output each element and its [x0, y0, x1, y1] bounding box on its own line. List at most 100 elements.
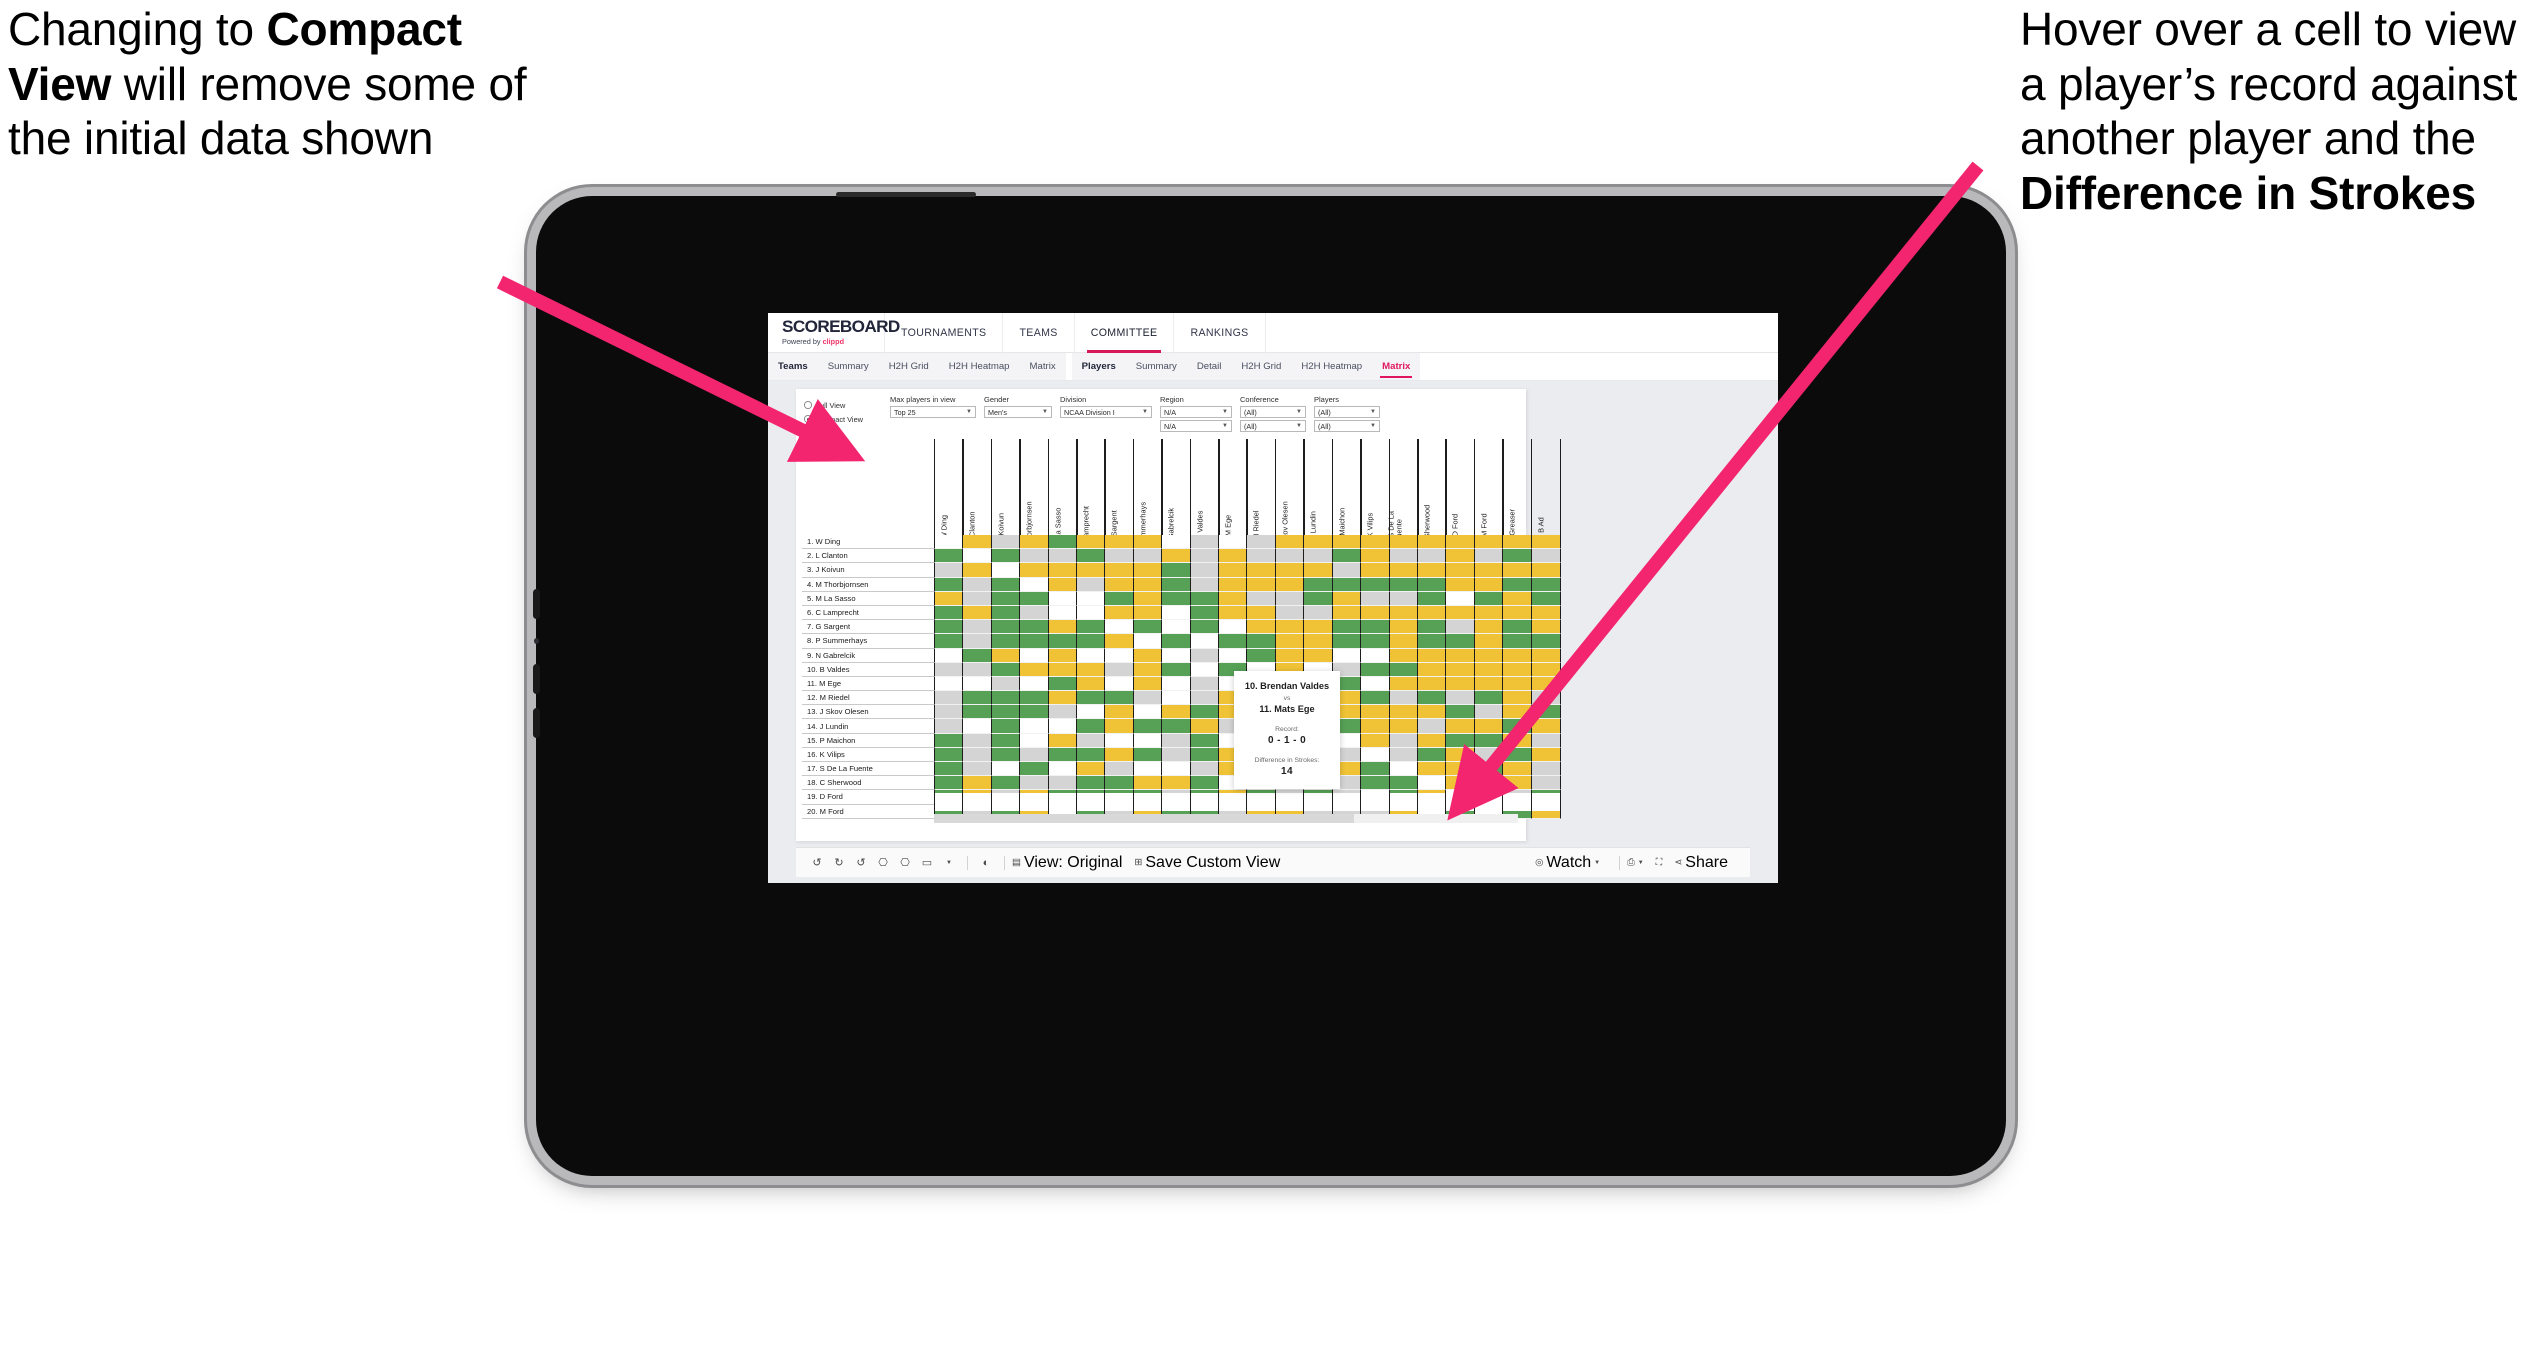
matrix-cell[interactable] [990, 747, 1021, 762]
matrix-cell[interactable] [1189, 691, 1220, 706]
matrix-cell[interactable] [1047, 648, 1078, 663]
matrix-cell[interactable] [1132, 747, 1163, 762]
matrix-cell[interactable] [934, 591, 964, 606]
matrix-col-header[interactable]: 11. M Ege [1218, 439, 1249, 548]
matrix-cell[interactable] [1019, 563, 1050, 578]
matrix-cell[interactable] [990, 733, 1021, 748]
matrix-cell[interactable] [1047, 662, 1078, 677]
tab-teams-h2h-grid[interactable]: H2H Grid [879, 353, 939, 380]
matrix-cell[interactable] [1132, 762, 1163, 777]
help-icon[interactable]: ◐ [975, 857, 997, 869]
matrix-cell[interactable] [990, 549, 1021, 564]
matrix-cell[interactable] [962, 747, 993, 762]
power-button[interactable] [533, 708, 540, 738]
matrix-cell[interactable] [1445, 747, 1476, 762]
matrix-cell[interactable] [1104, 676, 1135, 692]
matrix-cell[interactable] [1360, 577, 1391, 592]
matrix-cell[interactable] [1161, 691, 1192, 706]
matrix-cell[interactable] [990, 577, 1021, 592]
view-original-button[interactable]: ▤ View: Original [1012, 854, 1122, 872]
matrix-cell[interactable] [1445, 563, 1476, 578]
matrix-cell[interactable] [1445, 577, 1476, 592]
matrix-cell[interactable] [1303, 577, 1334, 592]
select-conference[interactable]: (All) ▼ [1240, 406, 1306, 418]
matrix-cell[interactable] [962, 662, 993, 677]
matrix-cell[interactable] [1218, 563, 1249, 578]
matrix-cell[interactable] [934, 605, 964, 621]
matrix-cell[interactable] [1104, 591, 1135, 606]
matrix-cell[interactable] [1076, 605, 1107, 621]
matrix-col-header[interactable]: 20. M Ford [1473, 439, 1504, 549]
matrix-cell[interactable] [990, 535, 1021, 550]
matrix-cell[interactable] [1502, 605, 1533, 621]
matrix-col-header[interactable]: 21. J Greaser [1502, 439, 1533, 553]
matrix-cell[interactable] [1303, 620, 1334, 635]
matrix-cell[interactable] [1473, 549, 1504, 564]
matrix-cell[interactable] [1388, 605, 1419, 621]
matrix-cell[interactable] [962, 577, 993, 592]
matrix-cell[interactable] [1132, 719, 1163, 734]
matrix-cell[interactable] [990, 662, 1021, 677]
matrix-row-label[interactable]: 11. M Ege [802, 676, 934, 692]
matrix-cell[interactable] [1132, 535, 1163, 550]
matrix-row-label[interactable]: 10. B Valdes [802, 662, 934, 677]
matrix-cell[interactable] [1274, 577, 1305, 592]
pause-icon[interactable]: ⎔ [872, 856, 894, 869]
matrix-cell[interactable] [1047, 776, 1078, 791]
matrix-cell[interactable] [1416, 577, 1447, 592]
matrix-cell[interactable] [1076, 563, 1107, 578]
matrix-col-header[interactable]: 19. D Ford [1445, 439, 1476, 548]
matrix-cell[interactable] [1189, 591, 1220, 606]
matrix-cell[interactable] [934, 620, 964, 635]
matrix-cell[interactable] [1019, 691, 1050, 706]
matrix-cell[interactable] [1303, 535, 1334, 550]
matrix-row-label[interactable]: 14. J Lundin [802, 719, 934, 734]
matrix-cell[interactable] [1502, 762, 1533, 777]
matrix-cell[interactable] [990, 605, 1021, 621]
matrix-cell[interactable] [1530, 762, 1561, 777]
tab-teams-matrix[interactable]: Matrix [1020, 353, 1066, 380]
matrix-cell[interactable] [1530, 634, 1561, 649]
matrix-cell[interactable] [1019, 662, 1050, 677]
matrix-col-header[interactable]: 5. M La Sasso [1047, 439, 1078, 555]
matrix-cell[interactable] [1161, 676, 1192, 692]
tab-teams[interactable]: Teams [768, 353, 818, 380]
matrix-row-label[interactable]: 16. K Vilips [802, 747, 934, 762]
matrix-cell[interactable] [1331, 549, 1362, 564]
matrix-cell[interactable] [1502, 733, 1533, 748]
matrix-cell[interactable] [1530, 676, 1561, 692]
matrix-cell[interactable] [1360, 605, 1391, 621]
matrix-cell[interactable] [1132, 648, 1163, 663]
matrix-cell[interactable] [1047, 605, 1078, 621]
matrix-cell[interactable] [1530, 549, 1561, 564]
radio-full-view[interactable]: Full View [804, 398, 890, 412]
matrix-row-label[interactable]: 12. M Riedel [802, 691, 934, 706]
matrix-cell[interactable] [1388, 776, 1419, 791]
matrix-cell[interactable] [934, 577, 964, 592]
matrix-cell[interactable] [962, 634, 993, 649]
matrix-col-header[interactable]: 3. J Koivun [990, 439, 1021, 549]
matrix-cell[interactable] [1502, 634, 1533, 649]
matrix-cell[interactable] [1360, 591, 1391, 606]
matrix-cell[interactable] [1473, 535, 1504, 550]
tab-players-h2h-heatmap[interactable]: H2H Heatmap [1291, 353, 1372, 380]
matrix-cell[interactable] [1388, 549, 1419, 564]
matrix-cell[interactable] [1303, 549, 1334, 564]
matrix-cell[interactable] [1189, 634, 1220, 649]
share-button[interactable]: ⋖ Share [1674, 854, 1728, 872]
save-custom-view-button[interactable]: ⊞ Save Custom View [1134, 854, 1280, 872]
matrix-cell[interactable] [962, 535, 993, 550]
download-button[interactable]: ⎙ ▼ [1627, 857, 1644, 868]
matrix-cell[interactable] [962, 605, 993, 621]
matrix-cell[interactable] [1274, 648, 1305, 663]
matrix-col-header[interactable]: 7. G Sargent [1104, 439, 1135, 552]
matrix-cell[interactable] [1218, 591, 1249, 606]
matrix-cell[interactable] [1502, 719, 1533, 734]
volume-up-button[interactable] [533, 589, 540, 619]
matrix-cell[interactable] [1530, 605, 1561, 621]
matrix-cell[interactable] [1104, 549, 1135, 564]
matrix-cell[interactable] [1047, 719, 1078, 734]
matrix-cell[interactable] [1047, 577, 1078, 592]
matrix-cell[interactable] [990, 691, 1021, 706]
matrix-cell[interactable] [1246, 535, 1277, 550]
